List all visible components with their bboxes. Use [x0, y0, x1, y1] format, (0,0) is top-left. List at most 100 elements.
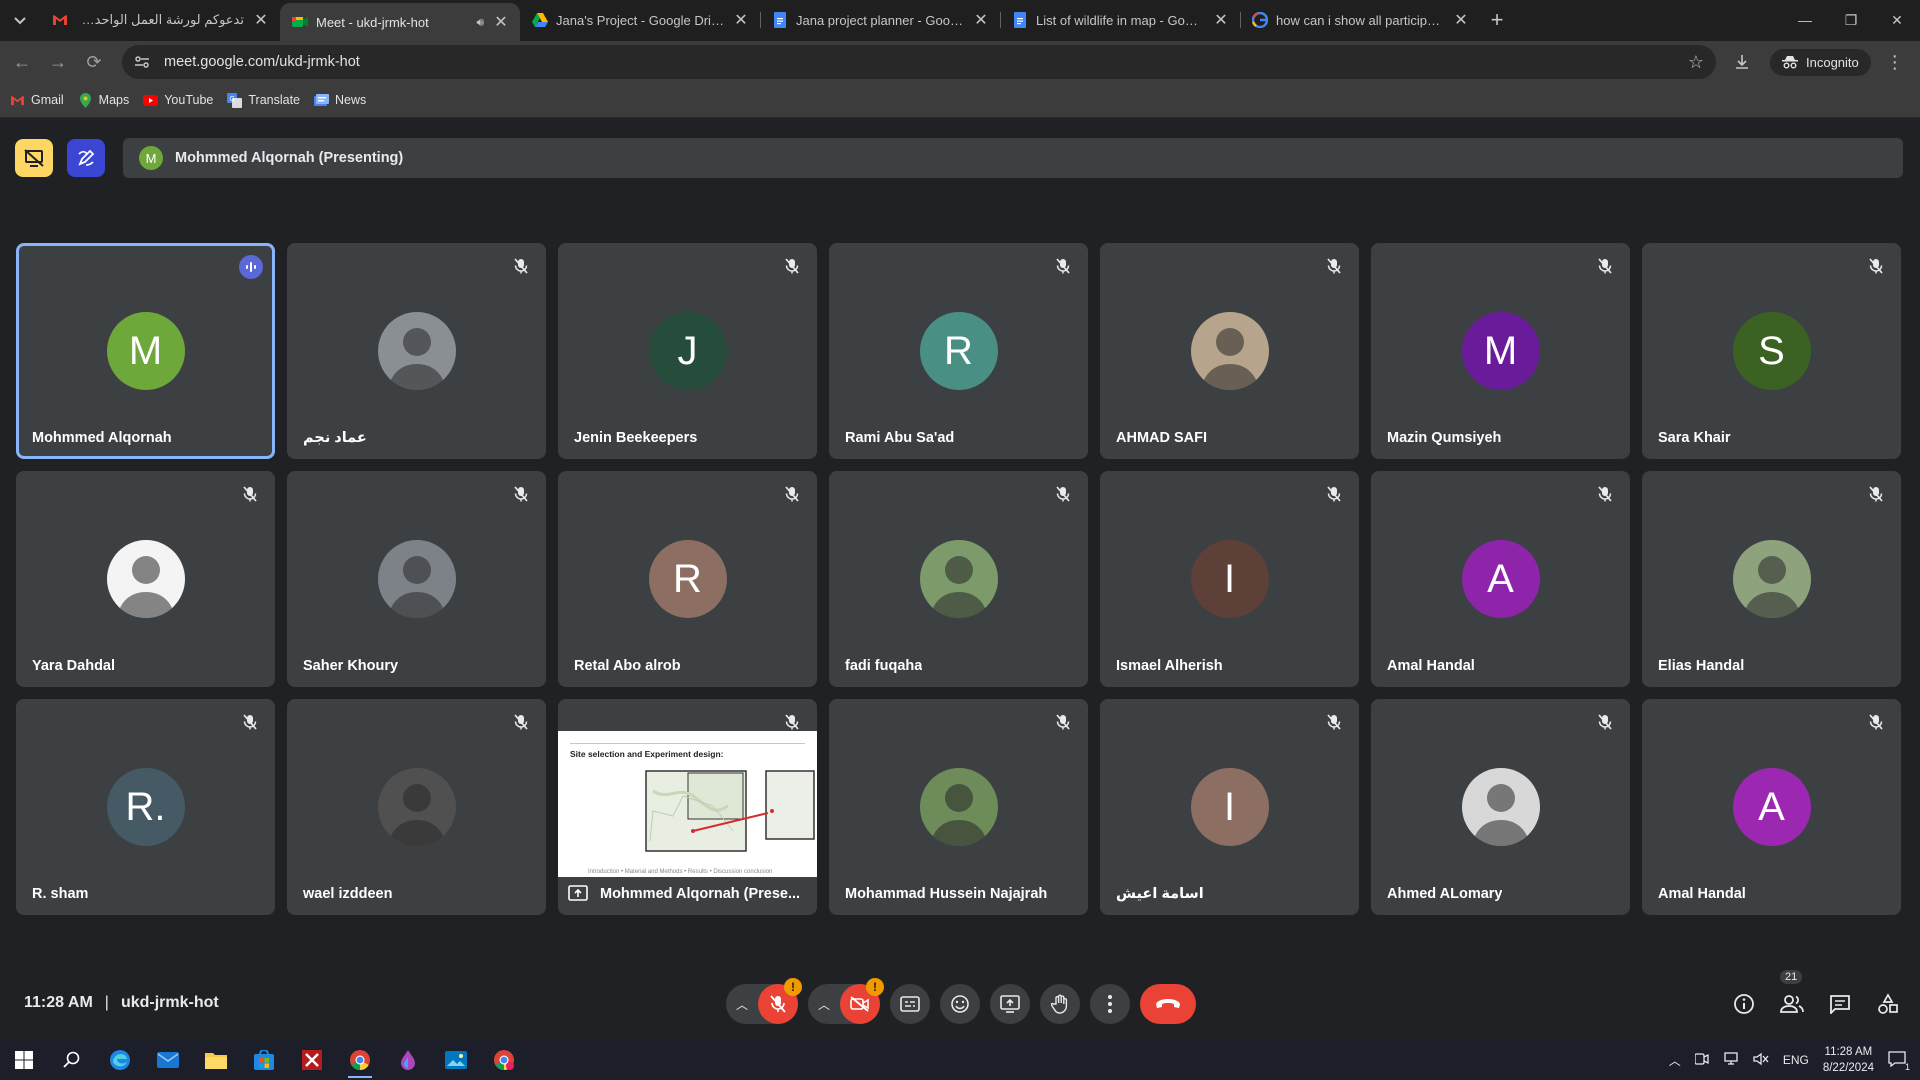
taskbar-paint[interactable]: [384, 1040, 432, 1080]
tab-docs-wildlife[interactable]: List of wildlife in map - Google ✕: [1000, 3, 1240, 37]
chat-button[interactable]: [1822, 984, 1858, 1024]
presenting-banner[interactable]: M Mohmmed Alqornah (Presenting): [123, 138, 1903, 178]
notification-icon[interactable]: 1: [1888, 1050, 1910, 1072]
camera-toggle-button[interactable]: !: [840, 978, 884, 1024]
participant-tile[interactable]: Saher Khoury: [287, 471, 546, 687]
taskbar-mail[interactable]: [144, 1040, 192, 1080]
participant-tile[interactable]: fadi fuqaha: [829, 471, 1088, 687]
network-icon[interactable]: [1723, 1051, 1739, 1069]
tab-docs-planner[interactable]: Jana project planner - Google D ✕: [760, 3, 1000, 37]
participant-tile[interactable]: J Jenin Beekeepers: [558, 243, 817, 459]
url-text[interactable]: meet.google.com/ukd-jrmk-hot: [164, 54, 1688, 70]
bookmark-gmail[interactable]: Gmail: [10, 93, 64, 108]
annotate-button[interactable]: [67, 139, 105, 177]
taskbar-photos[interactable]: [432, 1040, 480, 1080]
taskbar-app-x[interactable]: [288, 1040, 336, 1080]
tab-search-button[interactable]: [0, 0, 40, 41]
participant-tile[interactable]: M Mohmmed Alqornah: [16, 243, 275, 459]
participant-tile[interactable]: M Mazin Qumsiyeh: [1371, 243, 1630, 459]
participant-name: اسامة اعيش: [1116, 886, 1204, 902]
stop-presenting-button[interactable]: [15, 139, 53, 177]
participant-tile[interactable]: I Ismael Alherish: [1100, 471, 1359, 687]
participant-tile[interactable]: S Sara Khair: [1642, 243, 1901, 459]
participant-tile[interactable]: wael izddeen: [287, 699, 546, 915]
taskbar-chrome-profile[interactable]: [480, 1040, 528, 1080]
close-icon[interactable]: ✕: [1212, 10, 1230, 30]
video-settings-chevron-icon[interactable]: ︿: [808, 996, 840, 1013]
restore-icon[interactable]: ❐: [1828, 0, 1874, 40]
taskbar-store[interactable]: [240, 1040, 288, 1080]
back-arrow-icon[interactable]: ←: [4, 44, 40, 80]
avatar-initial: A: [1487, 556, 1514, 601]
incognito-badge[interactable]: Incognito: [1770, 48, 1871, 76]
address-bar[interactable]: meet.google.com/ukd-jrmk-hot ☆: [122, 45, 1716, 79]
captions-button[interactable]: [890, 984, 930, 1024]
close-icon[interactable]: ✕: [1452, 10, 1470, 30]
chevron-down-icon: [14, 16, 26, 24]
volume-muted-icon[interactable]: [1753, 1052, 1769, 1069]
minimize-icon[interactable]: —: [1782, 0, 1828, 40]
participant-tile[interactable]: AHMAD SAFI: [1100, 243, 1359, 459]
mic-off-icon: [783, 713, 801, 731]
bookmark-translate[interactable]: G Translate: [227, 92, 300, 108]
docs-icon: [772, 12, 788, 28]
participant-tile[interactable]: I اسامة اعيش: [1100, 699, 1359, 915]
browser-menu-icon[interactable]: ⋮: [1881, 52, 1909, 73]
activities-button[interactable]: [1870, 984, 1906, 1024]
participant-tile[interactable]: Yara Dahdal: [16, 471, 275, 687]
participant-tile[interactable]: A Amal Handal: [1371, 471, 1630, 687]
mic-off-icon: [783, 257, 801, 275]
close-icon[interactable]: ✕: [732, 10, 750, 30]
participant-tile[interactable]: R Rami Abu Sa'ad: [829, 243, 1088, 459]
bookmark-label: YouTube: [164, 93, 214, 107]
mic-off-icon: [1596, 485, 1614, 503]
meeting-details-button[interactable]: [1726, 984, 1762, 1024]
taskbar-clock[interactable]: 11:28 AM 8/22/2024: [1823, 1044, 1874, 1076]
start-button[interactable]: [0, 1040, 48, 1080]
close-window-icon[interactable]: ✕: [1874, 0, 1920, 40]
search-button[interactable]: [48, 1040, 96, 1080]
windows-taskbar: ︿ ENG 11:28 AM 8/22/2024 1: [0, 1040, 1920, 1080]
speaker-icon[interactable]: 🔊︎: [476, 15, 484, 30]
participant-tile[interactable]: R. R. sham: [16, 699, 275, 915]
tab-google-search[interactable]: how can i show all participants ✕: [1240, 3, 1480, 37]
participant-tile[interactable]: عماد نجم: [287, 243, 546, 459]
participant-tile[interactable]: Mohammad Hussein Najajrah: [829, 699, 1088, 915]
chevron-up-icon[interactable]: ︿: [1669, 1052, 1681, 1069]
participant-tile[interactable]: Ahmed ALomary: [1371, 699, 1630, 915]
close-icon[interactable]: ✕: [492, 12, 510, 32]
bookmark-star-icon[interactable]: ☆: [1688, 52, 1704, 73]
mic-toggle-button[interactable]: !: [758, 978, 802, 1024]
audio-settings-chevron-icon[interactable]: ︿: [726, 996, 758, 1013]
new-tab-button[interactable]: +: [1480, 3, 1514, 37]
bookmark-news[interactable]: News: [314, 93, 366, 108]
meeting-info: 11:28 AM | ukd-jrmk-hot: [24, 994, 219, 1012]
tab-gmail[interactable]: تدعوكم لورشة العمل الواحدة وحد ✕: [40, 3, 280, 37]
leave-call-button[interactable]: [1140, 984, 1196, 1024]
people-button[interactable]: 21: [1774, 970, 1810, 1024]
participant-tile[interactable]: Elias Handal: [1642, 471, 1901, 687]
reactions-button[interactable]: [940, 984, 980, 1024]
raise-hand-button[interactable]: [1040, 984, 1080, 1024]
close-icon[interactable]: ✕: [972, 10, 990, 30]
taskbar-chrome[interactable]: [336, 1040, 384, 1080]
present-now-button[interactable]: [990, 984, 1030, 1024]
participant-tile[interactable]: R Retal Abo alrob: [558, 471, 817, 687]
close-icon[interactable]: ✕: [252, 10, 270, 30]
meet-tray-icon[interactable]: [1694, 1052, 1709, 1068]
avatar-initial: R: [944, 328, 973, 373]
tab-meet[interactable]: Meet - ukd-jrmk-hot 🔊︎ ✕: [280, 3, 520, 41]
forward-arrow-icon[interactable]: →: [40, 44, 76, 80]
reload-icon[interactable]: ⟳: [76, 44, 112, 80]
download-icon[interactable]: [1724, 44, 1760, 80]
taskbar-edge[interactable]: [96, 1040, 144, 1080]
presentation-tile[interactable]: Site selection and Experiment design: Int…: [558, 699, 817, 915]
bookmark-maps[interactable]: Maps: [78, 92, 129, 108]
taskbar-file-explorer[interactable]: [192, 1040, 240, 1080]
participant-tile[interactable]: A Amal Handal: [1642, 699, 1901, 915]
bookmark-youtube[interactable]: YouTube: [143, 93, 213, 108]
more-options-button[interactable]: [1090, 984, 1130, 1024]
language-indicator[interactable]: ENG: [1783, 1053, 1809, 1067]
site-info-icon[interactable]: [134, 54, 154, 70]
tab-drive[interactable]: Jana's Project - Google Drive ✕: [520, 3, 760, 37]
